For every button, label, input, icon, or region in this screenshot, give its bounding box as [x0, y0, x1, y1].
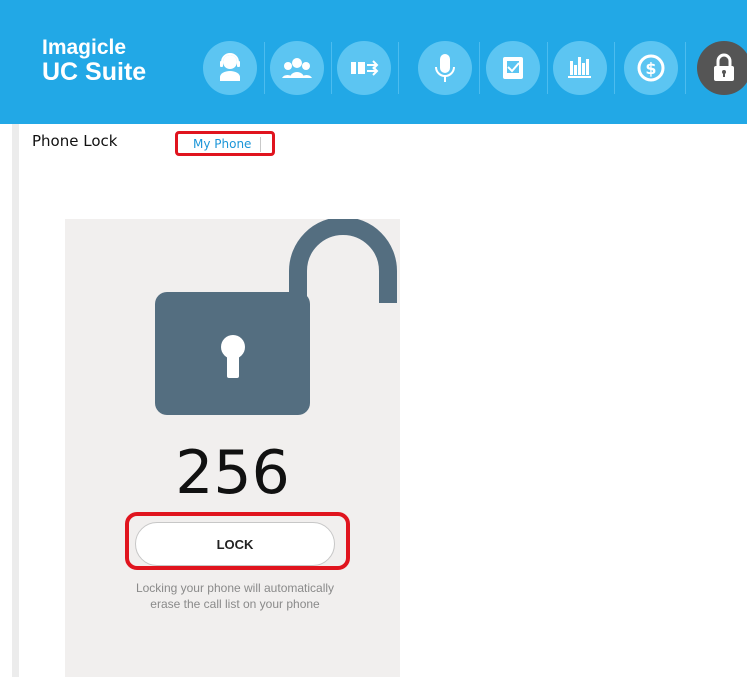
lock-warning-note: Locking your phone will automatically er… [135, 581, 335, 611]
phone-lock-icon[interactable] [697, 41, 747, 95]
team-icon[interactable] [270, 41, 324, 95]
unlocked-padlock-icon [155, 219, 397, 415]
left-sidebar-strip [12, 124, 19, 677]
tab-my-phone-label: My Phone [193, 136, 252, 151]
logo-line2: UC Suite [42, 58, 147, 86]
logo-line1: Imagicle [42, 36, 127, 59]
phone-extension-number: 256 [175, 438, 290, 508]
microphone-icon[interactable] [418, 41, 472, 95]
lock-button[interactable]: LOCK [135, 522, 335, 566]
call-routing-icon[interactable] [337, 41, 391, 95]
tab-divider [260, 137, 261, 152]
billing-icon[interactable]: $ [624, 41, 678, 95]
analytics-icon[interactable] [553, 41, 607, 95]
app-logo[interactable]: Imagicle UC Suite [42, 36, 147, 86]
app-header: Imagicle UC Suite $ [0, 0, 747, 124]
operator-icon[interactable] [203, 41, 257, 95]
page-title: Phone Lock [32, 132, 118, 150]
contacts-icon[interactable] [486, 41, 540, 95]
svg-text:$: $ [645, 59, 656, 78]
tab-my-phone[interactable]: My Phone [175, 131, 275, 156]
